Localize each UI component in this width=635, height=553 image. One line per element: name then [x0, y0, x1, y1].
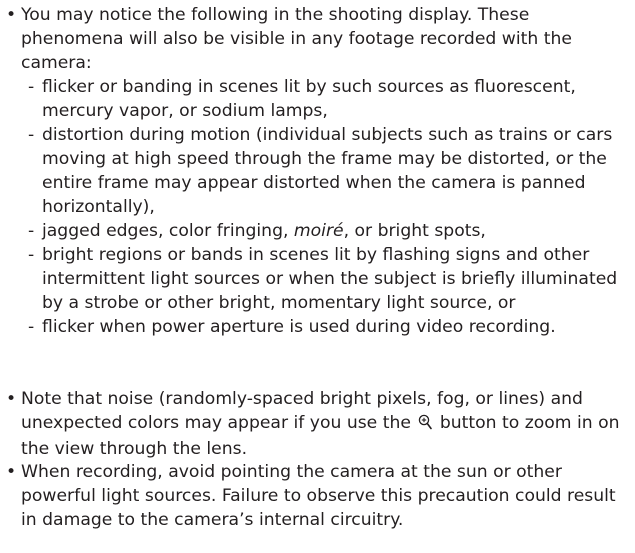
dash-marker: -: [28, 245, 35, 265]
sub-item-text-before: jagged edges, color fringing,: [42, 221, 294, 241]
sub-item-motion-distortion: - distortion during motion (individual s…: [0, 123, 630, 219]
bullet-text: You may notice the following in the shoo…: [21, 5, 572, 73]
bullet-marker: •: [6, 462, 17, 482]
sub-item-text: flicker or banding in scenes lit by such…: [42, 77, 576, 121]
bullet-marker: •: [6, 5, 17, 25]
zoom-in-icon: [418, 413, 433, 437]
sub-item-text-after: , or bright spots,: [343, 221, 486, 241]
bullet-item-noise-note: • Note that noise (randomly-spaced brigh…: [0, 387, 630, 461]
sub-item-power-aperture: - flicker when power aperture is used du…: [0, 315, 630, 339]
dash-marker: -: [28, 125, 35, 145]
document-page: • You may notice the following in the sh…: [0, 0, 635, 553]
sub-item-flicker-banding: - flicker or banding in scenes lit by su…: [0, 75, 630, 123]
sub-item-bright-regions: - bright regions or bands in scenes lit …: [0, 243, 630, 315]
bullet-item-display-phenomena: • You may notice the following in the sh…: [0, 3, 630, 339]
dash-marker: -: [28, 221, 35, 241]
sub-item-text-italic: moiré: [293, 221, 344, 241]
dash-marker: -: [28, 77, 35, 97]
bullet-item-recording-warning: • When recording, avoid pointing the cam…: [0, 460, 630, 532]
sub-item-jagged-edges: - jagged edges, color fringing, moiré, o…: [0, 219, 630, 243]
sub-item-text: flicker when power aperture is used duri…: [42, 317, 556, 337]
bullet-text: When recording, avoid pointing the camer…: [21, 462, 616, 530]
bullet-marker: •: [6, 389, 17, 409]
bullet-text: Note that noise (randomly-spaced bright …: [0, 387, 630, 461]
sub-item-text: bright regions or bands in scenes lit by…: [42, 245, 618, 313]
dash-marker: -: [28, 317, 35, 337]
sub-item-text: distortion during motion (individual sub…: [42, 125, 613, 217]
